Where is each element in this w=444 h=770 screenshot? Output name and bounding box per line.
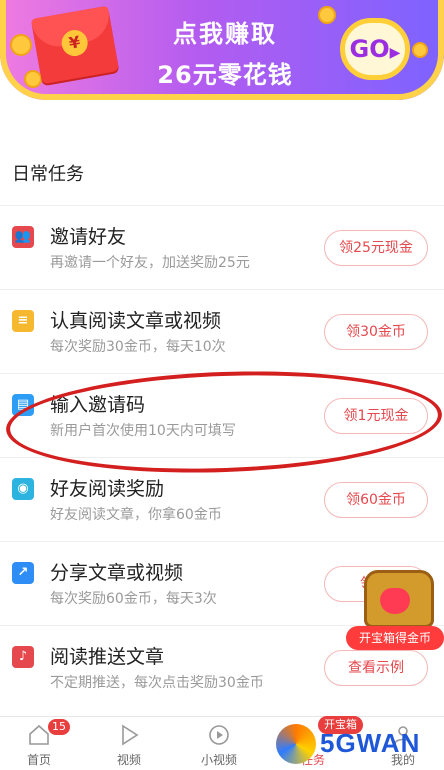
ticket-icon: ▤ [12, 394, 34, 416]
watermark-logo: 5GWAN [270, 718, 444, 770]
nav-item-video[interactable]: 视频 [92, 717, 166, 770]
banner-headline: 点我赚取 [173, 20, 277, 48]
red-packet-icon: ¥ [30, 5, 120, 85]
yuan-seal: ¥ [59, 27, 90, 59]
task-title: 邀请好友 [50, 226, 127, 248]
arrow-right-icon: ▶ [389, 45, 401, 61]
task-reward-button[interactable]: 领60金币 [324, 482, 428, 518]
section-title-daily-tasks: 日常任务 [12, 164, 84, 185]
coin-icon [318, 6, 336, 24]
eye-icon: ◉ [12, 478, 34, 500]
share-icon: ↗ [12, 562, 34, 584]
coin-icon [412, 42, 428, 58]
task-reward-button[interactable]: 领25元现金 [324, 230, 428, 266]
task-row-friend-reading-reward[interactable]: ◉ 好友阅读奖励 好友阅读文章，你拿60金币 领60金币 [0, 457, 444, 541]
treasure-box-widget[interactable]: 开宝箱得金币 [346, 570, 444, 656]
task-row-enter-invite-code[interactable]: ▤ 输入邀请码 新用户首次使用10天内可填写 领1元现金 [0, 373, 444, 457]
task-row-invite-friends[interactable]: 👥 邀请好友 再邀请一个好友，加送奖励25元 领25元现金 [0, 205, 444, 289]
nav-label: 视频 [116, 753, 141, 767]
nav-item-home[interactable]: 15 首页 [2, 717, 76, 770]
heart-icon [380, 588, 410, 614]
short-video-icon [209, 725, 229, 745]
coin-icon [10, 34, 32, 56]
task-subtitle: 好友阅读文章，你拿60金币 [50, 507, 222, 523]
task-reward-button[interactable]: 领30金币 [324, 314, 428, 350]
task-title: 分享文章或视频 [50, 562, 184, 584]
notification-badge: 15 [48, 719, 70, 735]
nav-label: 小视频 [200, 753, 237, 767]
go-button[interactable]: GO▶ [340, 18, 410, 80]
document-icon: ≡ [12, 310, 34, 332]
task-subtitle: 不定期推送，每次点击奖励30金币 [50, 675, 264, 691]
nav-label: 首页 [26, 753, 51, 767]
promo-banner[interactable]: ¥ 点我赚取 26元零花钱 GO▶ [0, 0, 444, 100]
task-row-read-articles[interactable]: ≡ 认真阅读文章或视频 每次奖励30金币，每天10次 领30金币 [0, 289, 444, 373]
task-title: 输入邀请码 [50, 394, 146, 416]
play-icon [122, 724, 139, 746]
task-subtitle: 每次奖励30金币，每天10次 [50, 339, 226, 355]
promo-banner-area: ¥ 点我赚取 26元零花钱 GO▶ [0, 0, 444, 120]
task-subtitle: 每次奖励60金币，每天3次 [50, 591, 217, 607]
banner-text: 点我赚取 26元零花钱 [120, 14, 330, 90]
bell-icon: ♪ [12, 646, 34, 668]
task-title: 好友阅读奖励 [50, 478, 165, 500]
treasure-label: 开宝箱得金币 [346, 626, 444, 650]
go-label: GO [349, 35, 390, 63]
people-icon: 👥 [12, 226, 34, 248]
task-subtitle: 新用户首次使用10天内可填写 [50, 423, 236, 439]
coin-icon [24, 70, 42, 88]
swirl-logo-icon [276, 724, 316, 764]
task-subtitle: 再邀请一个好友，加送奖励25元 [50, 255, 250, 271]
task-title: 阅读推送文章 [50, 646, 165, 668]
task-title: 认真阅读文章或视频 [50, 310, 222, 332]
task-reward-button[interactable]: 领1元现金 [324, 398, 428, 434]
nav-item-short-video[interactable]: 小视频 [182, 717, 256, 770]
watermark-text: 5GWAN [320, 728, 421, 758]
banner-amount: 26元零花钱 [157, 61, 293, 89]
